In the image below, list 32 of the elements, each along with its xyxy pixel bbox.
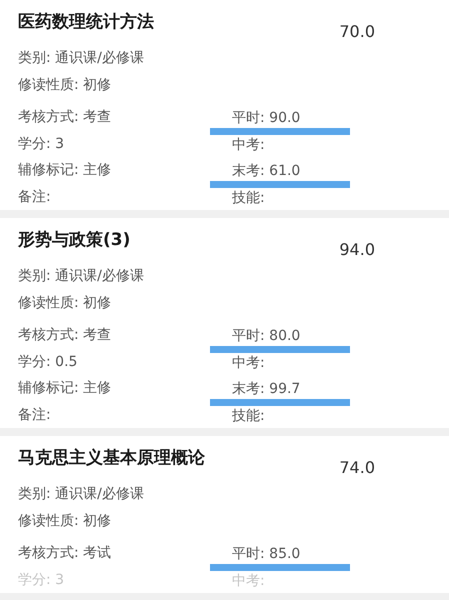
detail-text: 修读性质: 初修: [18, 512, 112, 530]
detail-text: 类别: 通识课/必修课: [18, 49, 144, 68]
score-detail-text: 技能:: [232, 408, 265, 424]
course-score: 74.0: [339, 458, 375, 477]
detail-text: 辅修标记: 主修: [18, 379, 112, 397]
score-detail-text: 中考:: [232, 572, 265, 588]
score-detail-text: 中考:: [232, 354, 265, 370]
score-detail-text: 末考: 61.0: [232, 163, 300, 179]
detail-text: 学分: 0.5: [18, 352, 78, 370]
course-title: 医药数理统计方法: [18, 11, 154, 33]
detail-text: 考核方式: 考查: [18, 326, 112, 344]
course-title: 马克思主义基本原理概论: [18, 447, 205, 469]
detail-text: 学分: 3: [18, 134, 64, 152]
score-detail-text: 平时: 80.0: [232, 328, 300, 344]
score-detail-text: 末考: 99.7: [232, 381, 300, 397]
detail-text: 修读性质: 初修: [18, 76, 112, 94]
detail-text: 考核方式: 考查: [18, 108, 112, 126]
detail-text: 考核方式: 考试: [18, 544, 112, 562]
detail-text: 类别: 通识课/必修课: [18, 267, 144, 286]
score-detail-text: 平时: 90.0: [232, 110, 300, 126]
detail-text: 修读性质: 初修: [18, 294, 112, 312]
course-score: 94.0: [339, 240, 375, 259]
score-detail-text: 技能:: [232, 190, 265, 206]
detail-text: 备注:: [18, 188, 51, 206]
detail-text: 学分: 3: [18, 570, 64, 588]
score-detail-text: 平时: 85.0: [232, 546, 300, 562]
detail-text: 备注:: [18, 406, 51, 424]
detail-text: 辅修标记: 主修: [18, 161, 112, 179]
detail-text: 类别: 通识课/必修课: [18, 485, 144, 504]
course-score: 70.0: [339, 22, 375, 41]
course-title: 形势与政策(3): [18, 229, 130, 251]
score-detail-text: 中考:: [232, 136, 265, 152]
